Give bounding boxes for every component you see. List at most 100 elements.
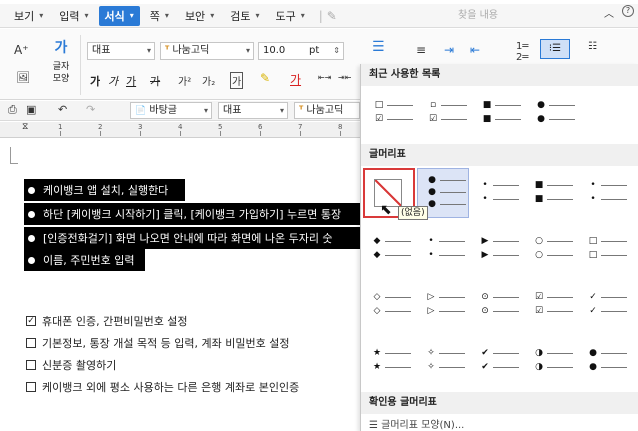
indent-decrease-icon[interactable]: ⇤: [470, 43, 480, 57]
bullet-option[interactable]: • •: [471, 168, 523, 218]
font-size-combo[interactable]: 10.0 pt ⇕: [258, 42, 344, 60]
font-combo[interactable]: ᵀ 나눔고딕 ▾: [160, 42, 254, 60]
checklist-item[interactable]: 케이뱅크 외에 평소 사용하는 다른 은행 계좌로 본인인증: [26, 379, 299, 395]
paragraph-style-combo[interactable]: 📄 바탕글 ▾: [130, 102, 212, 119]
bullet-option[interactable]: ★ ★: [363, 336, 415, 386]
italic-button[interactable]: 가: [108, 73, 118, 89]
bullet-option[interactable]: ● ●: [579, 336, 631, 386]
superscript-icon[interactable]: 가²: [178, 73, 191, 88]
paragraph-shape-icon[interactable]: ☰: [372, 39, 385, 55]
quick-tool-icon[interactable]: ✎: [327, 9, 337, 23]
search-input[interactable]: 찾을 내용: [418, 4, 576, 21]
chevron-down-icon: ▾: [39, 11, 44, 20]
style-combo[interactable]: 대표 ▾: [87, 42, 155, 60]
bullet-symbol: ◆: [373, 236, 381, 246]
font-color-icon[interactable]: 가: [290, 71, 301, 88]
bullet-option[interactable]: ◑ ◑: [525, 336, 577, 386]
decrease-spacing-icon[interactable]: ⇤⇥: [318, 73, 331, 82]
menu-page[interactable]: 쪽 ▾: [144, 6, 175, 26]
selected-list-item[interactable]: [인증전화걸기] 화면 나오면 안내에 따라 화면에 나온 두자리 숫: [39, 227, 360, 249]
bullet-option[interactable]: • •: [417, 224, 469, 274]
bullet-option[interactable]: ✓ ✓: [579, 280, 631, 330]
menu-security[interactable]: 보안 ▾: [179, 6, 220, 26]
bullet-option[interactable]: ■ ■: [525, 168, 577, 218]
checkbox-icon[interactable]: [26, 382, 36, 392]
bullet-list-button[interactable]: ⁝☰: [540, 39, 570, 59]
menu-page-label: 쪽: [149, 9, 160, 23]
bold-button[interactable]: 가: [90, 73, 100, 89]
menu-tools[interactable]: 도구 ▾: [269, 6, 310, 26]
menu-security-label: 보안: [184, 9, 206, 23]
selected-list-item[interactable]: 케이뱅크 앱 설치, 실행한다: [39, 179, 185, 201]
bullet-symbol: ●: [537, 114, 545, 124]
help-icon[interactable]: ?: [622, 5, 634, 17]
menu-format[interactable]: 서식 ▾: [98, 5, 140, 26]
font-combo-2[interactable]: ᵀ 나눔고딕: [294, 102, 360, 119]
line-placeholder: [547, 198, 573, 200]
bullet-option[interactable]: ✧ ✧: [417, 336, 469, 386]
spin-icon[interactable]: ⇕: [333, 43, 340, 59]
line-placeholder: [385, 352, 411, 354]
redo-icon[interactable]: ↷: [86, 103, 95, 116]
bullet-shape-menu-label: 글머리표 모양(N)...: [381, 420, 465, 431]
bullet-option[interactable]: ▶ ▶: [471, 224, 523, 274]
menu-review[interactable]: 검토 ▾: [224, 6, 265, 26]
bullet-option[interactable]: ● ●: [527, 88, 579, 138]
checkbox-icon[interactable]: [26, 338, 36, 348]
outline-icon[interactable]: 가: [230, 72, 244, 89]
bullet-option[interactable]: ☑ ☑: [525, 280, 577, 330]
char-shape-button[interactable]: 가 글자 모양: [46, 37, 76, 97]
selected-list-item[interactable]: 이름, 주민번호 입력: [39, 249, 145, 271]
bullet-symbol: ■: [482, 114, 492, 124]
bullet-option[interactable]: □ ☑: [365, 88, 417, 138]
bullet-option[interactable]: ■ ■: [473, 88, 525, 138]
bullet-option[interactable]: ✔ ✔: [471, 336, 523, 386]
bullet-option[interactable]: □ □: [579, 224, 631, 274]
preview-icon[interactable]: ▣: [26, 103, 36, 116]
undo-icon[interactable]: ↶: [58, 103, 67, 116]
line-placeholder: [441, 104, 467, 106]
ruler[interactable]: ⧖ 1 2 3 4 5 6 7 8: [0, 122, 360, 138]
chevron-down-icon: ▾: [279, 106, 284, 115]
bullet-symbol: ⊙: [481, 292, 489, 302]
print-icon[interactable]: ⎙: [8, 103, 17, 117]
checkbox-icon[interactable]: [26, 360, 36, 370]
bullet-option[interactable]: • •: [579, 168, 631, 218]
outline-list-icon[interactable]: ☷: [588, 41, 597, 52]
align-justify-icon[interactable]: ≡: [416, 43, 426, 57]
bullet-option[interactable]: ◇ ◇: [363, 280, 415, 330]
menu-insert[interactable]: 입력 ▾: [53, 6, 94, 26]
increase-spacing-icon[interactable]: ⇥⇤: [338, 73, 351, 82]
checked-box-icon[interactable]: ✓: [26, 316, 36, 326]
font-combo-2-value: 나눔고딕: [306, 105, 344, 116]
bullet-option[interactable]: ▫ ☑: [419, 88, 471, 138]
selected-list-item[interactable]: 하단 [케이뱅크 시작하기] 클릭, [케이뱅크 가입하기] 누르면 통장: [39, 203, 360, 225]
picture-icon[interactable]: 🖼: [16, 71, 30, 84]
checklist-text: 케이뱅크 외에 평소 사용하는 다른 은행 계좌로 본인인증: [42, 381, 300, 394]
bullet-shape-menu-item[interactable]: ☰ 글머리표 모양(N)...: [369, 416, 464, 431]
checklist-item[interactable]: 신분증 촬영하기: [26, 357, 116, 373]
ruler-marker[interactable]: ⧖: [22, 122, 28, 132]
checklist-item[interactable]: ✓ 휴대폰 인증, 간편비밀번호 설정: [26, 313, 188, 329]
bullet-option[interactable]: ▷ ▷: [417, 280, 469, 330]
bullet-option[interactable]: ⊙ ⊙: [471, 280, 523, 330]
strikethrough-button[interactable]: 가: [150, 73, 160, 89]
underline-button[interactable]: 가: [126, 73, 136, 89]
checklist-item[interactable]: 기본정보, 통장 개설 목적 등 입력, 계좌 비밀번호 설정: [26, 335, 289, 351]
document-page[interactable]: 케이뱅크 앱 설치, 실행한다 하단 [케이뱅크 시작하기] 클릭, [케이뱅크…: [0, 139, 360, 431]
bullet-option[interactable]: ◆ ◆: [363, 224, 415, 274]
bullet-symbol: ◑: [535, 362, 543, 372]
language-combo[interactable]: 대표 ▾: [218, 102, 288, 119]
bullet-symbol: □: [588, 236, 598, 246]
highlighter-icon[interactable]: ✎: [260, 71, 270, 85]
bullet-option[interactable]: ○ ○: [525, 224, 577, 274]
selected-list-text: [인증전화걸기] 화면 나오면 안내에 따라 화면에 나온 두자리 숫: [43, 232, 333, 245]
numbered-list-icon[interactable]: 1═ 2═: [516, 41, 528, 63]
menu-view[interactable]: 보기 ▾: [8, 6, 49, 26]
subscript-icon[interactable]: 가₂: [202, 73, 215, 88]
bullet-symbol: ☑: [534, 292, 544, 302]
insert-glyph-icon[interactable]: A⁺: [14, 43, 29, 57]
chevron-up-icon[interactable]: ︿: [604, 5, 614, 20]
bullet-symbol: ☑: [374, 114, 384, 124]
indent-increase-icon[interactable]: ⇥: [444, 43, 454, 57]
